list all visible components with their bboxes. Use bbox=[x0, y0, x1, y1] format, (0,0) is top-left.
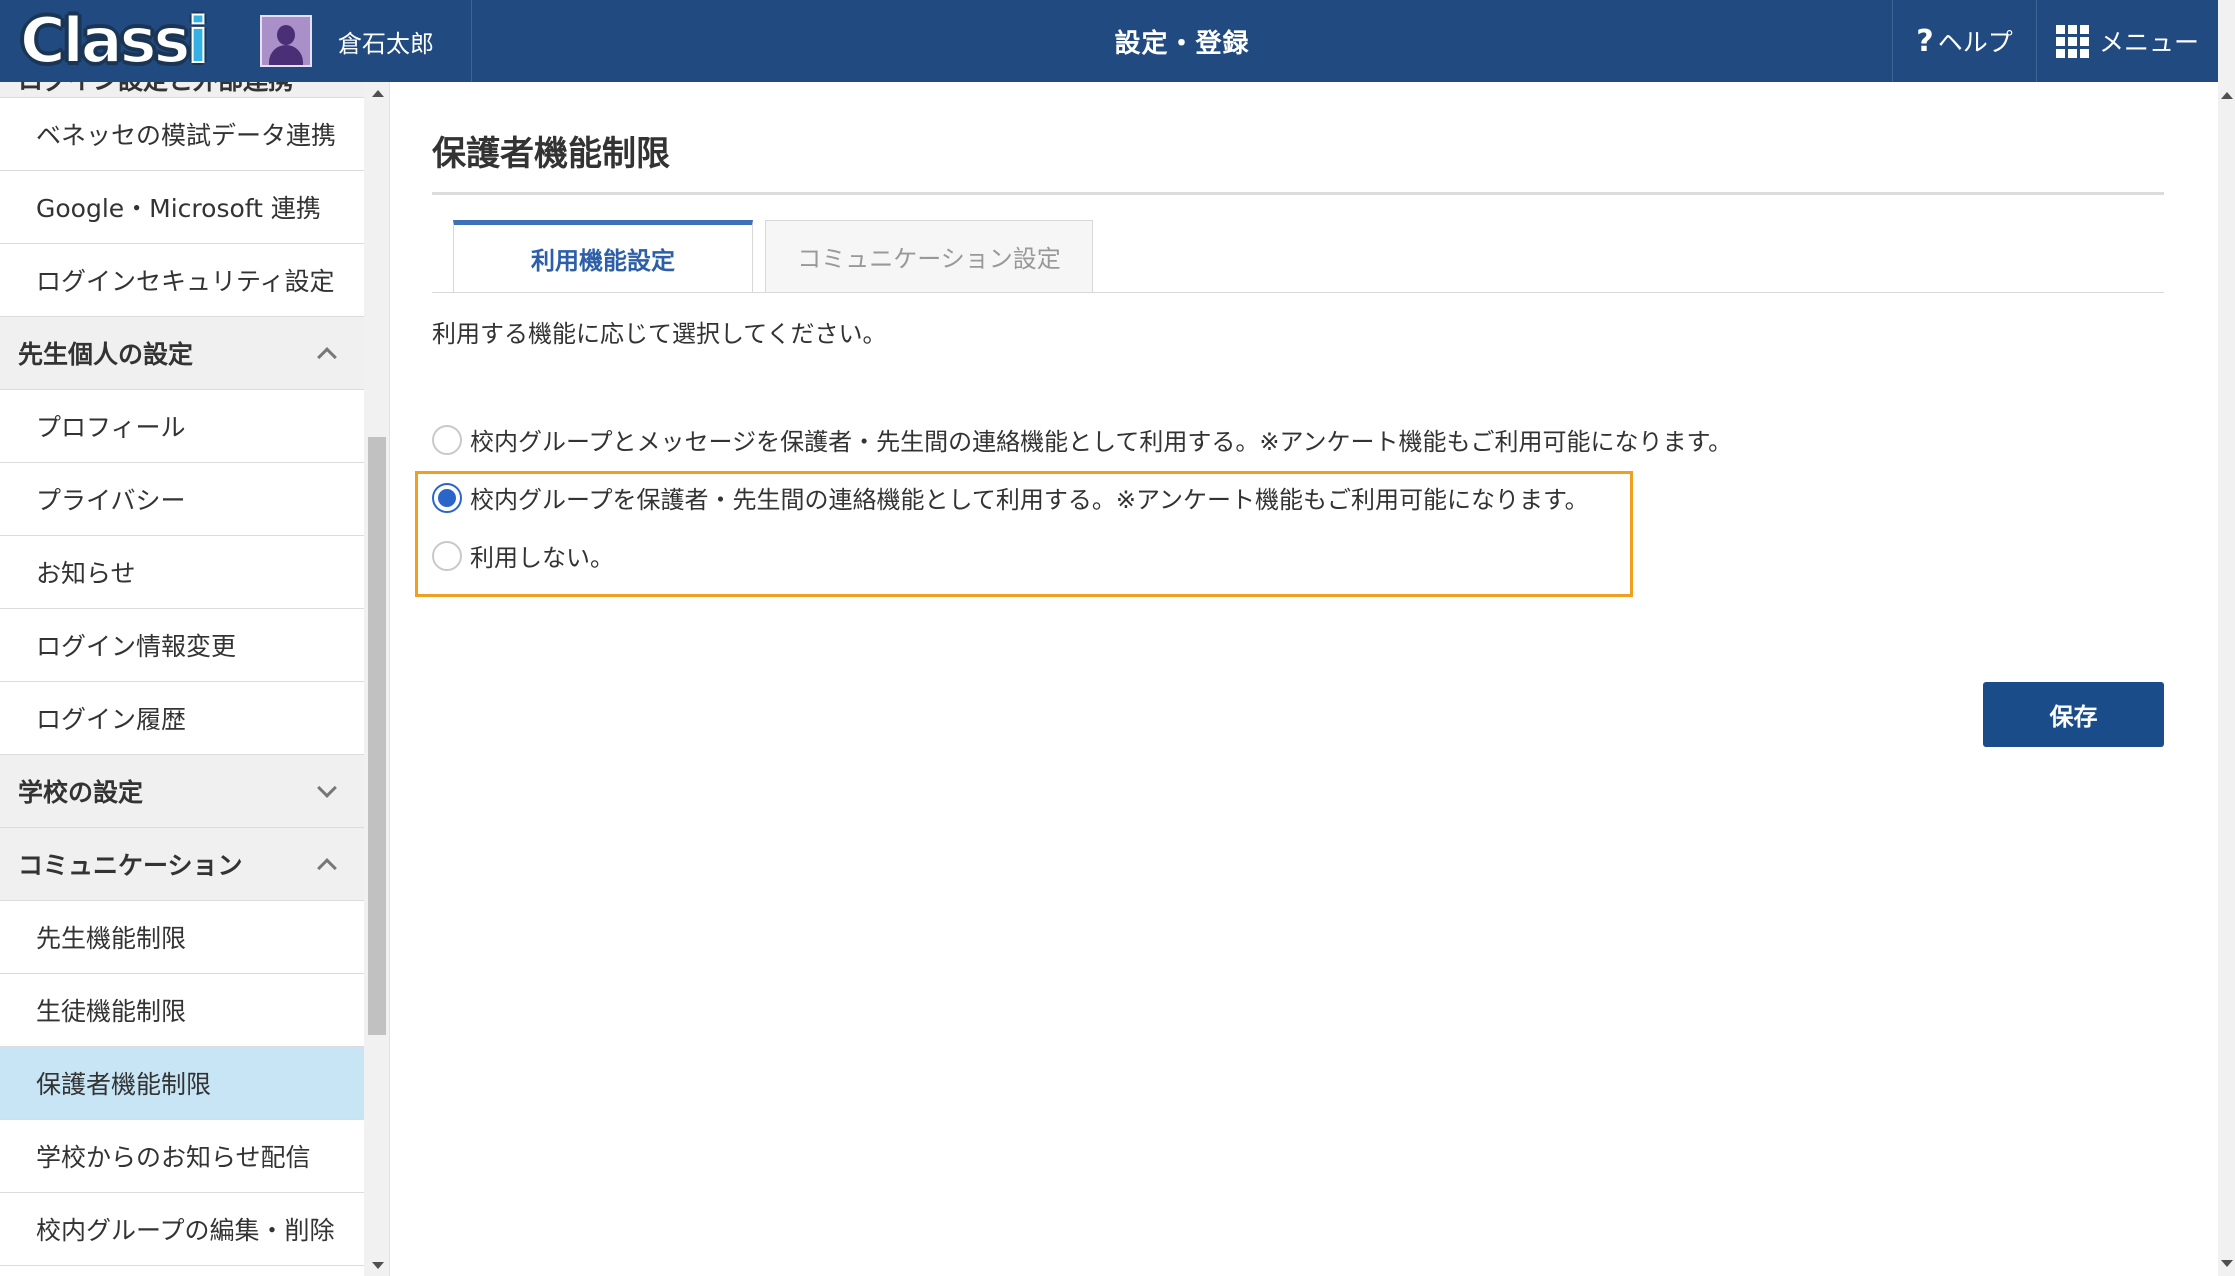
sidebar-item-benesse[interactable]: ベネッセの模試データ連携 bbox=[0, 98, 364, 171]
chevron-up-icon bbox=[317, 858, 337, 878]
option-not-use[interactable]: 利用しない。 bbox=[432, 538, 614, 573]
menu-button[interactable]: メニュー bbox=[2036, 0, 2218, 82]
option-label: 校内グループとメッセージを保護者・先生間の連絡機能として利用する。※アンケート機… bbox=[470, 428, 1733, 456]
top-header: Classi 倉石太郎 設定・登録 ? ヘルプ メニュー bbox=[0, 0, 2235, 82]
user-info[interactable]: 倉石太郎 bbox=[232, 0, 472, 82]
page-title: 保護者機能制限 bbox=[432, 134, 670, 174]
sidebar-item-login-info[interactable]: ログイン情報変更 bbox=[0, 609, 364, 682]
radio-button-checked[interactable] bbox=[432, 482, 462, 513]
sidebar-item-guardian-restrictions[interactable]: 保護者機能制限 bbox=[0, 1047, 364, 1120]
sidebar-item-login-history[interactable]: ログイン履歴 bbox=[0, 682, 364, 755]
tab-bar: 利用機能設定 コミュニケーション設定 bbox=[432, 220, 2164, 374]
sidebar: ログイン設定と外部連携 ベネッセの模試データ連携 Google・Microsof… bbox=[0, 82, 364, 1276]
scroll-up-arrow-icon[interactable] bbox=[2221, 92, 2233, 99]
main-content: 保護者機能制限 利用機能設定 コミュニケーション設定 利用する機能に応じて選択し… bbox=[390, 82, 2218, 1276]
sidebar-item-school-notices[interactable]: 学校からのお知らせ配信 bbox=[0, 1120, 364, 1193]
sidebar-item-notices[interactable]: お知らせ bbox=[0, 536, 364, 609]
section-label: 先生個人の設定 bbox=[18, 340, 194, 369]
option-label: 校内グループを保護者・先生間の連絡機能として利用する。※アンケート機能もご利用可… bbox=[470, 486, 1589, 514]
radio-button[interactable] bbox=[432, 540, 462, 571]
classi-logo[interactable]: Classi bbox=[0, 0, 232, 82]
sidebar-item-teacher-restrictions[interactable]: 先生機能制限 bbox=[0, 901, 364, 974]
save-button[interactable]: 保存 bbox=[1983, 682, 2164, 747]
help-button[interactable]: ? ヘルプ bbox=[1892, 0, 2036, 82]
sidebar-item-group-edit[interactable]: 校内グループの編集・削除 bbox=[0, 1193, 364, 1266]
sidebar-scroll-thumb[interactable] bbox=[368, 437, 386, 1035]
grid-icon bbox=[2055, 24, 2089, 58]
radio-button[interactable] bbox=[432, 424, 462, 455]
sidebar-item-privacy[interactable]: プライバシー bbox=[0, 463, 364, 536]
option-groups-only[interactable]: 校内グループを保護者・先生間の連絡機能として利用する。※アンケート機能もご利用可… bbox=[432, 480, 1589, 515]
header-title: 設定・登録 bbox=[1114, 28, 1250, 59]
logo-text: Classi bbox=[19, 4, 210, 77]
sidebar-section-personal[interactable]: 先生個人の設定 bbox=[0, 317, 364, 390]
option-label: 利用しない。 bbox=[470, 544, 614, 572]
user-name: 倉石太郎 bbox=[338, 29, 434, 58]
chevron-up-icon bbox=[317, 347, 337, 367]
description-text: 利用する機能に応じて選択してください。 bbox=[432, 320, 887, 348]
menu-label: メニュー bbox=[2098, 28, 2199, 57]
sidebar-item-login-security[interactable]: ログインセキュリティ設定 bbox=[0, 244, 364, 317]
header-scroll-gutter bbox=[2218, 0, 2235, 82]
option-groups-and-messages[interactable]: 校内グループとメッセージを保護者・先生間の連絡機能として利用する。※アンケート機… bbox=[432, 422, 1732, 457]
sidebar-section-communication[interactable]: コミュニケーション bbox=[0, 828, 364, 901]
sidebar-item-google-microsoft[interactable]: Google・Microsoft 連携 bbox=[0, 171, 364, 244]
section-label: コミュニケーション bbox=[18, 851, 243, 880]
question-icon: ? bbox=[1916, 23, 1934, 59]
title-divider bbox=[432, 192, 2164, 195]
sidebar-item-partial[interactable]: ログイン設定と外部連携 bbox=[0, 82, 364, 98]
tab-divider bbox=[432, 292, 2164, 293]
sidebar-scrollbar[interactable] bbox=[364, 82, 390, 1276]
tab-feature-settings[interactable]: 利用機能設定 bbox=[453, 220, 753, 292]
page-scrollbar[interactable] bbox=[2218, 82, 2235, 1276]
sidebar-section-school[interactable]: 学校の設定 bbox=[0, 755, 364, 828]
avatar-icon bbox=[260, 15, 312, 67]
help-label: ヘルプ bbox=[1937, 28, 2013, 57]
scroll-down-arrow-icon[interactable] bbox=[2221, 1260, 2233, 1267]
chevron-down-icon bbox=[317, 778, 337, 798]
sidebar-item-profile[interactable]: プロフィール bbox=[0, 390, 364, 463]
scroll-down-arrow-icon[interactable] bbox=[372, 1262, 384, 1269]
sidebar-item-student-restrictions[interactable]: 生徒機能制限 bbox=[0, 974, 364, 1047]
section-label: 学校の設定 bbox=[18, 778, 144, 807]
scroll-up-arrow-icon[interactable] bbox=[372, 90, 384, 97]
tab-communication-settings[interactable]: コミュニケーション設定 bbox=[765, 220, 1093, 292]
